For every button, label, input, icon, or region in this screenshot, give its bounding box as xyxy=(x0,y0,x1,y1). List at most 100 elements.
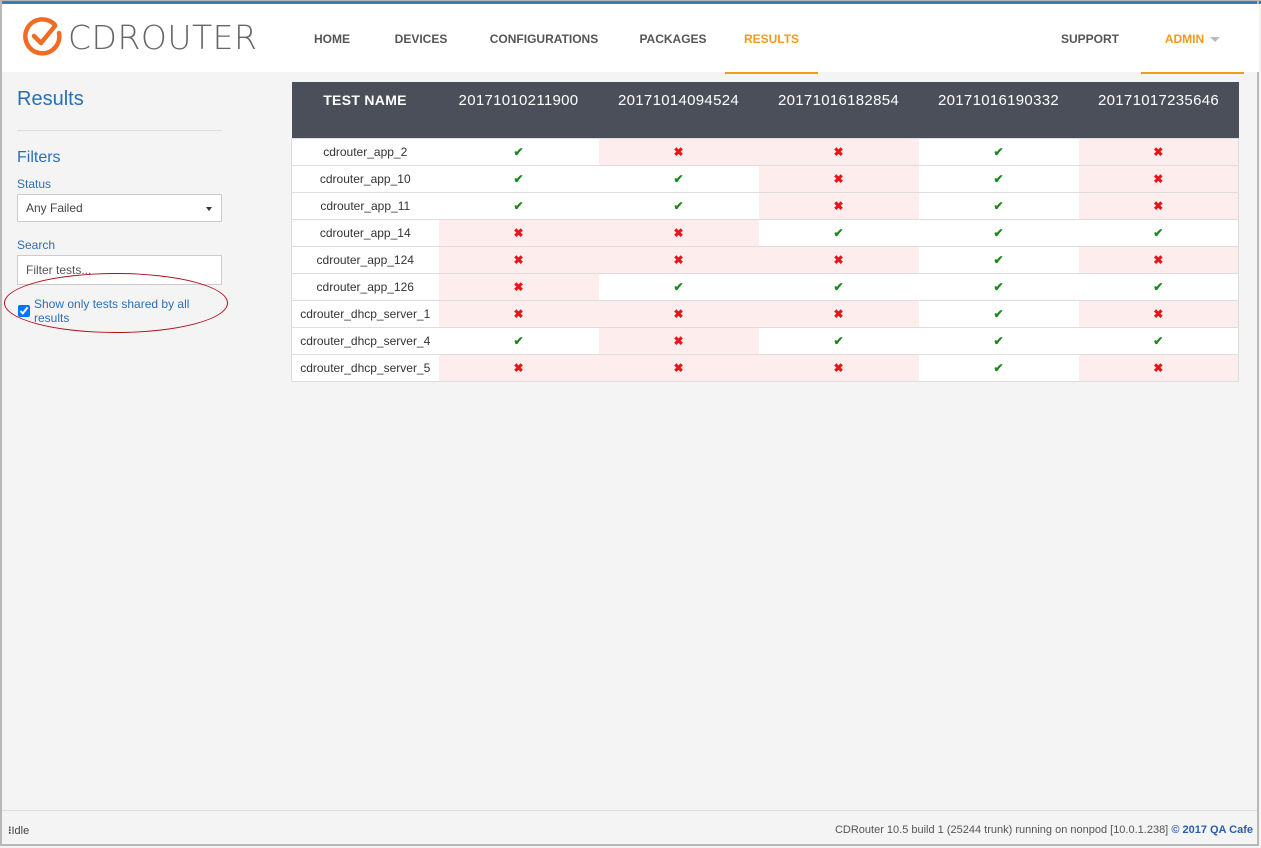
check-icon: ✔ xyxy=(833,279,844,294)
col-header-test-name[interactable]: TEST NAME xyxy=(291,82,439,138)
x-icon: ✖ xyxy=(513,225,524,240)
x-icon: ✖ xyxy=(673,225,684,240)
result-cell-fail[interactable]: ✖ xyxy=(1078,299,1239,327)
col-header-run[interactable]: 20171017235646 xyxy=(1078,82,1239,138)
result-cell-pass[interactable]: ✔ xyxy=(918,245,1079,273)
result-cell-pass[interactable]: ✔ xyxy=(918,353,1079,382)
result-cell-fail[interactable]: ✖ xyxy=(598,245,759,273)
highlight-annotation xyxy=(4,273,228,333)
result-cell-fail[interactable]: ✖ xyxy=(598,137,759,165)
result-cell-pass[interactable]: ✔ xyxy=(1078,218,1239,246)
nav-home[interactable]: HOME xyxy=(307,4,357,72)
test-name-cell[interactable]: cdrouter_app_10 xyxy=(291,164,439,192)
result-cell-pass[interactable]: ✔ xyxy=(438,326,599,354)
result-cell-pass[interactable]: ✔ xyxy=(1078,326,1239,354)
result-cell-fail[interactable]: ✖ xyxy=(1078,164,1239,192)
result-cell-pass[interactable]: ✔ xyxy=(918,299,1079,327)
test-name-cell[interactable]: cdrouter_app_126 xyxy=(291,272,439,300)
check-icon: ✔ xyxy=(673,171,684,186)
check-icon: ✔ xyxy=(513,171,524,186)
col-header-run[interactable]: 20171016182854 xyxy=(758,82,919,138)
result-cell-fail[interactable]: ✖ xyxy=(438,353,599,382)
logo[interactable]: CDROUTER xyxy=(22,16,257,58)
result-cell-fail[interactable]: ✖ xyxy=(758,191,919,219)
results-table: TEST NAME 20171010211900 20171014094524 … xyxy=(291,82,1239,382)
nav-configurations[interactable]: CONFIGURATIONS xyxy=(484,4,604,72)
result-cell-fail[interactable]: ✖ xyxy=(438,299,599,327)
result-cell-pass[interactable]: ✔ xyxy=(598,191,759,219)
result-cell-fail[interactable]: ✖ xyxy=(438,218,599,246)
test-name-cell[interactable]: cdrouter_dhcp_server_1 xyxy=(291,299,439,327)
x-icon: ✖ xyxy=(833,198,844,213)
x-icon: ✖ xyxy=(1153,171,1164,186)
result-cell-fail[interactable]: ✖ xyxy=(758,353,919,382)
nav-support[interactable]: SUPPORT xyxy=(1057,4,1123,72)
result-cell-fail[interactable]: ✖ xyxy=(758,164,919,192)
check-icon: ✔ xyxy=(673,198,684,213)
result-cell-fail[interactable]: ✖ xyxy=(758,137,919,165)
result-cell-pass[interactable]: ✔ xyxy=(918,272,1079,300)
result-cell-fail[interactable]: ✖ xyxy=(1078,353,1239,382)
table-row: cdrouter_dhcp_server_1 ✖ ✖ ✖ ✔ ✖ xyxy=(291,299,1239,327)
status-select[interactable]: Any Failed xyxy=(17,194,222,222)
brand-name: CDROUTER xyxy=(68,17,258,57)
x-icon: ✖ xyxy=(833,306,844,321)
status-text: Idle xyxy=(11,825,30,837)
nav-devices[interactable]: DEVICES xyxy=(390,4,452,72)
x-icon: ✖ xyxy=(833,252,844,267)
result-cell-pass[interactable]: ✔ xyxy=(598,272,759,300)
result-cell-pass[interactable]: ✔ xyxy=(758,326,919,354)
check-icon: ✔ xyxy=(993,198,1004,213)
result-cell-fail[interactable]: ✖ xyxy=(758,299,919,327)
check-icon: ✔ xyxy=(1153,225,1164,240)
result-cell-fail[interactable]: ✖ xyxy=(598,353,759,382)
result-cell-pass[interactable]: ✔ xyxy=(758,218,919,246)
test-name-cell[interactable]: cdrouter_app_11 xyxy=(291,191,439,219)
test-name-cell[interactable]: cdrouter_app_2 xyxy=(291,137,439,165)
result-cell-fail[interactable]: ✖ xyxy=(438,245,599,273)
col-header-run[interactable]: 20171010211900 xyxy=(438,82,599,138)
result-cell-pass[interactable]: ✔ xyxy=(918,326,1079,354)
result-cell-fail[interactable]: ✖ xyxy=(598,326,759,354)
status-select-value: Any Failed xyxy=(26,201,83,215)
result-cell-fail[interactable]: ✖ xyxy=(598,299,759,327)
result-cell-fail[interactable]: ✖ xyxy=(758,245,919,273)
version-text: CDRouter 10.5 build 1 (25244 trunk) runn… xyxy=(834,824,1169,836)
x-icon: ✖ xyxy=(833,360,844,375)
result-cell-pass[interactable]: ✔ xyxy=(1078,272,1239,300)
result-cell-fail[interactable]: ✖ xyxy=(598,218,759,246)
nav-packages[interactable]: PACKAGES xyxy=(635,4,711,72)
check-icon: ✔ xyxy=(513,333,524,348)
result-cell-fail[interactable]: ✖ xyxy=(1078,137,1239,165)
check-icon: ✔ xyxy=(673,279,684,294)
result-cell-fail[interactable]: ✖ xyxy=(438,272,599,300)
result-cell-pass[interactable]: ✔ xyxy=(758,272,919,300)
check-icon: ✔ xyxy=(993,306,1004,321)
result-cell-fail[interactable]: ✖ xyxy=(1078,245,1239,273)
table-row: cdrouter_app_126 ✖ ✔ ✔ ✔ ✔ xyxy=(291,272,1239,300)
copyright-link[interactable]: © 2017 QA Cafe xyxy=(1171,824,1253,836)
test-name-cell[interactable]: cdrouter_app_14 xyxy=(291,218,439,246)
x-icon: ✖ xyxy=(673,333,684,348)
result-cell-pass[interactable]: ✔ xyxy=(918,218,1079,246)
check-icon: ✔ xyxy=(993,225,1004,240)
test-name-cell[interactable]: cdrouter_app_124 xyxy=(291,245,439,273)
nav-admin[interactable]: ADMIN xyxy=(1141,4,1244,74)
result-cell-pass[interactable]: ✔ xyxy=(918,137,1079,165)
nav-admin-label: ADMIN xyxy=(1164,32,1205,46)
result-cell-pass[interactable]: ✔ xyxy=(438,191,599,219)
col-header-run[interactable]: 20171014094524 xyxy=(598,82,759,138)
table-row: cdrouter_app_124 ✖ ✖ ✖ ✔ ✖ xyxy=(291,245,1239,273)
result-cell-pass[interactable]: ✔ xyxy=(438,164,599,192)
result-cell-fail[interactable]: ✖ xyxy=(1078,191,1239,219)
test-name-cell[interactable]: cdrouter_dhcp_server_5 xyxy=(291,353,439,382)
result-cell-pass[interactable]: ✔ xyxy=(918,164,1079,192)
result-cell-pass[interactable]: ✔ xyxy=(598,164,759,192)
check-icon: ✔ xyxy=(1153,333,1164,348)
result-cell-pass[interactable]: ✔ xyxy=(918,191,1079,219)
result-cell-pass[interactable]: ✔ xyxy=(438,137,599,165)
nav-results[interactable]: RESULTS xyxy=(725,4,818,74)
col-header-run[interactable]: 20171016190332 xyxy=(918,82,1079,138)
test-name-cell[interactable]: cdrouter_dhcp_server_4 xyxy=(291,326,439,354)
table-header-row: TEST NAME 20171010211900 20171014094524 … xyxy=(291,82,1239,138)
